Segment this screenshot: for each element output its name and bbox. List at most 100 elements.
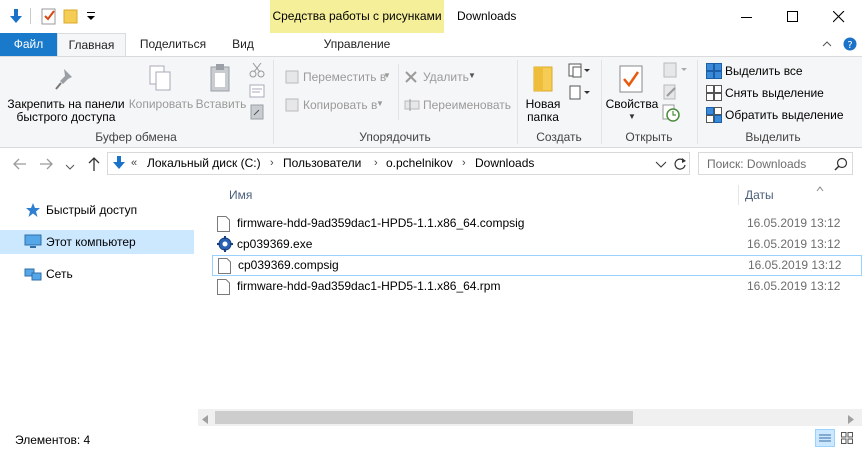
recent-locations-icon[interactable] bbox=[65, 160, 75, 170]
easy-access-icon[interactable] bbox=[567, 84, 593, 102]
paste-label: Вставить bbox=[195, 97, 247, 111]
search-placeholder: Поиск: Downloads bbox=[707, 157, 807, 171]
search-icon bbox=[834, 157, 848, 171]
document-icon bbox=[218, 258, 231, 274]
breadcrumb-users[interactable]: Пользователи bbox=[283, 152, 361, 175]
cut-icon[interactable] bbox=[249, 62, 265, 78]
select-all-icon bbox=[706, 63, 722, 79]
column-name-label: Имя bbox=[229, 188, 253, 202]
breadcrumb-user[interactable]: o.pchelnikov bbox=[386, 152, 453, 175]
file-name: firmware-hdd-9ad359dac1-HPD5-1.1.x86_64.… bbox=[237, 279, 501, 293]
minimize-button[interactable] bbox=[724, 0, 770, 33]
move-to-icon bbox=[285, 70, 299, 84]
select-group-label: Выделить bbox=[745, 130, 801, 144]
file-row[interactable]: firmware-hdd-9ad359dac1-HPD5-1.1.x86_64.… bbox=[212, 276, 862, 297]
breadcrumb-chevron-icon[interactable]: › bbox=[374, 152, 378, 175]
select-all-button[interactable]: Выделить все bbox=[704, 62, 834, 80]
new-folder-label-line2: папка bbox=[527, 110, 559, 124]
select-none-button[interactable]: Снять выделение bbox=[704, 84, 834, 102]
nav-quick-access-label: Быстрый доступ bbox=[46, 203, 138, 217]
invert-selection-icon bbox=[706, 107, 722, 123]
paste-icon bbox=[209, 63, 233, 93]
move-to-button[interactable]: Переместить в ▼ bbox=[283, 68, 393, 88]
pin-to-quick-access-button[interactable]: Закрепить на панели быстрого доступа bbox=[4, 62, 128, 124]
file-row[interactable]: firmware-hdd-9ad359dac1-HPD5-1.1.x86_64.… bbox=[212, 213, 862, 234]
file-name: firmware-hdd-9ad359dac1-HPD5-1.1.x86_64.… bbox=[237, 216, 525, 230]
file-name: cp039369.exe bbox=[237, 237, 313, 251]
computer-icon bbox=[24, 234, 42, 250]
breadcrumb-overflow[interactable]: « bbox=[131, 152, 137, 175]
copy-to-dropdown-icon: ▼ bbox=[376, 99, 384, 108]
invert-selection-label: Обратить выделение bbox=[725, 108, 844, 122]
delete-icon bbox=[404, 70, 418, 84]
star-icon bbox=[25, 202, 41, 218]
properties-label: Свойства bbox=[605, 97, 659, 111]
rename-icon bbox=[404, 99, 420, 111]
breadcrumb-chevron-icon[interactable]: › bbox=[270, 152, 274, 175]
app-icon bbox=[8, 8, 24, 24]
delete-dropdown-icon: ▼ bbox=[468, 71, 476, 80]
qat-separator bbox=[30, 8, 31, 24]
breadcrumb-chevron-icon[interactable]: › bbox=[462, 152, 466, 175]
column-header-name[interactable]: Имя bbox=[212, 183, 738, 207]
close-button[interactable] bbox=[816, 0, 862, 33]
breadcrumb-downloads[interactable]: Downloads bbox=[475, 152, 534, 175]
pin-label-line1: Закрепить на панели bbox=[7, 97, 125, 111]
up-arrow-icon[interactable] bbox=[86, 156, 102, 172]
file-row-focused[interactable]: cp039369.compsig 16.05.2019 13:12 bbox=[212, 255, 862, 276]
delete-button[interactable]: Удалить ▼ bbox=[402, 68, 482, 88]
copy-to-button[interactable]: Копировать в ▼ bbox=[283, 96, 393, 116]
tab-file[interactable]: Файл bbox=[0, 33, 57, 56]
copy-label: Копировать bbox=[128, 97, 194, 111]
tab-share[interactable]: Поделиться bbox=[133, 33, 213, 56]
maximize-button[interactable] bbox=[770, 0, 816, 33]
file-row[interactable]: cp039369.exe 16.05.2019 13:12 bbox=[212, 234, 862, 255]
copy-button[interactable]: Копировать bbox=[128, 62, 194, 112]
new-item-icon[interactable] bbox=[567, 62, 593, 80]
rename-button[interactable]: Переименовать bbox=[402, 96, 512, 116]
scroll-left-icon[interactable] bbox=[201, 413, 209, 424]
properties-button[interactable]: Свойства ▼ bbox=[604, 62, 660, 124]
pin-icon bbox=[54, 66, 78, 92]
ribbon-collapse-icon[interactable] bbox=[821, 38, 833, 50]
copy-to-icon bbox=[285, 98, 299, 112]
column-header-date[interactable]: Даты bbox=[739, 183, 859, 207]
copy-path-icon[interactable] bbox=[249, 84, 265, 98]
properties-qat-icon[interactable] bbox=[41, 7, 57, 25]
nav-network[interactable]: Сеть bbox=[0, 262, 194, 286]
address-history-icon[interactable] bbox=[655, 159, 667, 169]
paste-shortcut-icon[interactable] bbox=[249, 104, 265, 120]
nav-quick-access[interactable]: Быстрый доступ bbox=[0, 198, 194, 222]
select-all-label: Выделить все bbox=[725, 64, 803, 78]
tab-home[interactable]: Главная bbox=[57, 33, 126, 56]
open-icon[interactable] bbox=[662, 62, 690, 78]
large-icons-view-icon bbox=[841, 432, 853, 444]
tab-view[interactable]: Вид bbox=[222, 33, 264, 56]
help-icon[interactable]: ? bbox=[843, 37, 857, 51]
details-view-icon bbox=[819, 433, 831, 443]
invert-selection-button[interactable]: Обратить выделение bbox=[704, 106, 854, 124]
refresh-icon[interactable] bbox=[673, 156, 687, 172]
qat-customize-icon[interactable] bbox=[86, 10, 96, 22]
organize-group-label: Упорядочить bbox=[359, 130, 431, 144]
details-view-button[interactable] bbox=[815, 429, 835, 447]
new-folder-qat-icon[interactable] bbox=[63, 8, 79, 24]
nav-this-pc[interactable]: Этот компьютер bbox=[0, 230, 194, 254]
search-input[interactable]: Поиск: Downloads bbox=[698, 152, 853, 175]
history-icon[interactable] bbox=[662, 104, 680, 122]
clipboard-group-label: Буфер обмена bbox=[95, 130, 177, 144]
window-title: Downloads bbox=[457, 9, 517, 23]
scroll-right-icon[interactable] bbox=[847, 413, 855, 424]
forward-arrow-icon[interactable] bbox=[38, 157, 54, 171]
file-name: cp039369.compsig bbox=[238, 258, 339, 272]
scrollbar-thumb[interactable] bbox=[215, 411, 633, 424]
large-icons-view-button[interactable] bbox=[838, 429, 858, 447]
installer-icon bbox=[217, 236, 233, 252]
new-folder-button[interactable]: Новая папка bbox=[521, 62, 565, 124]
paste-button[interactable]: Вставить bbox=[194, 62, 248, 112]
breadcrumb-drive[interactable]: Локальный диск (C:) bbox=[147, 152, 261, 175]
tab-manage[interactable]: Управление bbox=[270, 33, 444, 56]
edit-icon[interactable] bbox=[662, 84, 678, 100]
back-arrow-icon[interactable] bbox=[12, 157, 28, 171]
properties-dropdown-icon: ▼ bbox=[628, 112, 636, 121]
